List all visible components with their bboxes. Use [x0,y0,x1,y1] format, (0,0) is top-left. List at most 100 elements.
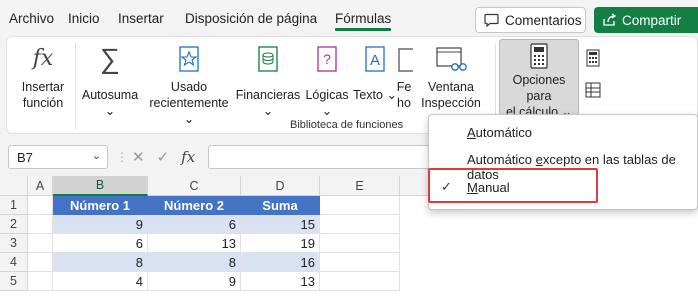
comment-icon [484,13,499,27]
row-header-3[interactable]: 3 [0,234,28,253]
table-cell[interactable]: 15 [241,215,320,234]
calendar-icon [395,41,413,77]
cell[interactable] [320,215,400,234]
table-cell[interactable]: 13 [241,272,320,291]
coins-book-icon [257,41,279,77]
column-header-a[interactable]: A [28,176,53,196]
name-box[interactable]: B7 ⌄ [8,145,108,169]
menu-item-automatic[interactable]: Automático [467,125,532,140]
column-header-b[interactable]: B [53,176,148,196]
logical-label: Lógicas [305,88,349,102]
date-line2: ho [397,96,411,110]
table-cell[interactable]: 9 [53,215,148,234]
cell[interactable] [320,196,400,215]
tab-disposicion[interactable]: Disposición de página [185,11,317,26]
select-all-corner[interactable] [0,176,28,196]
row-header-5[interactable]: 5 [0,272,28,291]
watch-line2: Inspección [421,96,481,110]
recent-line2: recientemente [149,96,229,110]
text-book-icon: A [364,41,386,77]
function-library-label: Biblioteca de funciones [290,119,404,131]
row-header-1[interactable]: 1 [0,196,28,215]
financial-button[interactable]: Financieras ⌄ [236,41,300,119]
table-header-cell[interactable]: Número 1 [53,196,148,215]
tab-inicio[interactable]: Inicio [68,11,100,26]
calculate-now-icon[interactable] [585,49,601,70]
access-key: A [467,125,476,140]
recent-line1: Usado [170,80,208,94]
date-line1: Fe [396,80,412,94]
comments-button[interactable]: Comentarios [475,7,586,33]
tab-formulas[interactable]: Fórmulas [335,11,392,31]
text-label: Texto [353,88,383,102]
access-key: e [535,152,543,167]
insert-function-icon[interactable]: fx [181,148,195,166]
watch-window-icon [435,41,467,77]
table-cell[interactable]: 8 [53,253,148,272]
enter-icon[interactable]: ✓ [157,148,170,166]
text-button[interactable]: A Texto ⌄ [353,41,397,103]
table-header-cell[interactable]: Número 2 [148,196,241,215]
autosum-label: Autosuma [81,88,139,102]
menu-text: utomático [475,125,533,140]
tab-insertar[interactable]: Insertar [118,11,164,26]
cell[interactable] [28,253,53,272]
autosum-button[interactable]: ∑ Autosuma ⌄ [79,41,141,119]
grip-icon: ⋮ [116,150,128,164]
column-header-c[interactable]: C [148,176,241,196]
row-header-2[interactable]: 2 [0,215,28,234]
table-cell[interactable]: 9 [148,272,241,291]
watch-window-button[interactable]: Ventana Inspección [419,41,483,111]
share-button[interactable]: Compartir [594,7,698,33]
ribbon-separator [75,43,76,129]
cell[interactable] [28,215,53,234]
cell[interactable] [320,272,400,291]
date-time-button[interactable]: Fe ho [395,41,413,111]
column-header-d[interactable]: D [241,176,320,196]
sigma-icon: ∑ [100,43,120,74]
calculate-sheet-icon[interactable] [585,81,601,102]
recently-used-button[interactable]: Usado recientemente ⌄ [143,41,235,127]
cell[interactable] [320,253,400,272]
question-book-icon: ? [316,41,338,77]
calc-options-line1: Opciones para [512,73,566,103]
table-cell[interactable]: 8 [148,253,241,272]
chevron-down-icon: ⌄ [262,104,274,118]
cell[interactable] [28,234,53,253]
table-cell[interactable]: 6 [53,234,148,253]
tab-archivo[interactable]: Archivo [9,11,54,26]
chevron-down-icon: ⌄ [321,104,333,118]
table-cell[interactable]: 19 [241,234,320,253]
cell[interactable] [28,196,53,215]
calculation-options-button[interactable]: Opciones para el cálculo ⌄ [499,39,579,119]
menu-bar: Archivo Inicio Insertar Disposición de p… [0,0,698,38]
chevron-down-icon: ⌄ [104,104,116,118]
insert-function-line1: Insertar [21,80,65,94]
insert-function-line2: función [22,96,64,110]
logical-button[interactable]: ? Lógicas ⌄ [301,41,353,119]
chevron-down-icon: ⌄ [183,112,195,126]
menu-text: Automático [467,152,536,167]
cancel-icon[interactable]: ✕ [132,148,145,166]
name-box-value: B7 [17,149,33,165]
table-header-cell[interactable]: Suma [241,196,320,215]
cell[interactable] [28,272,53,291]
share-label: Compartir [622,12,682,28]
comments-label: Comentarios [505,12,582,28]
svg-text:?: ? [323,51,331,67]
formula-input[interactable] [208,145,438,169]
table-cell[interactable]: 13 [148,234,241,253]
insert-function-button[interactable]: fx Insertar función [17,41,69,111]
calculator-icon [529,42,549,70]
chevron-down-icon[interactable]: ⌄ [92,149,101,162]
cell[interactable] [320,234,400,253]
table-cell[interactable]: 16 [241,253,320,272]
table-cell[interactable]: 6 [148,215,241,234]
table-cell[interactable]: 4 [53,272,148,291]
row-header-4[interactable]: 4 [0,253,28,272]
star-book-icon [177,41,201,77]
column-header-e[interactable]: E [320,176,400,196]
svg-text:A: A [370,52,380,69]
function-icon: fx [32,46,54,71]
formula-buttons: ✕ ✓ fx [132,148,195,166]
